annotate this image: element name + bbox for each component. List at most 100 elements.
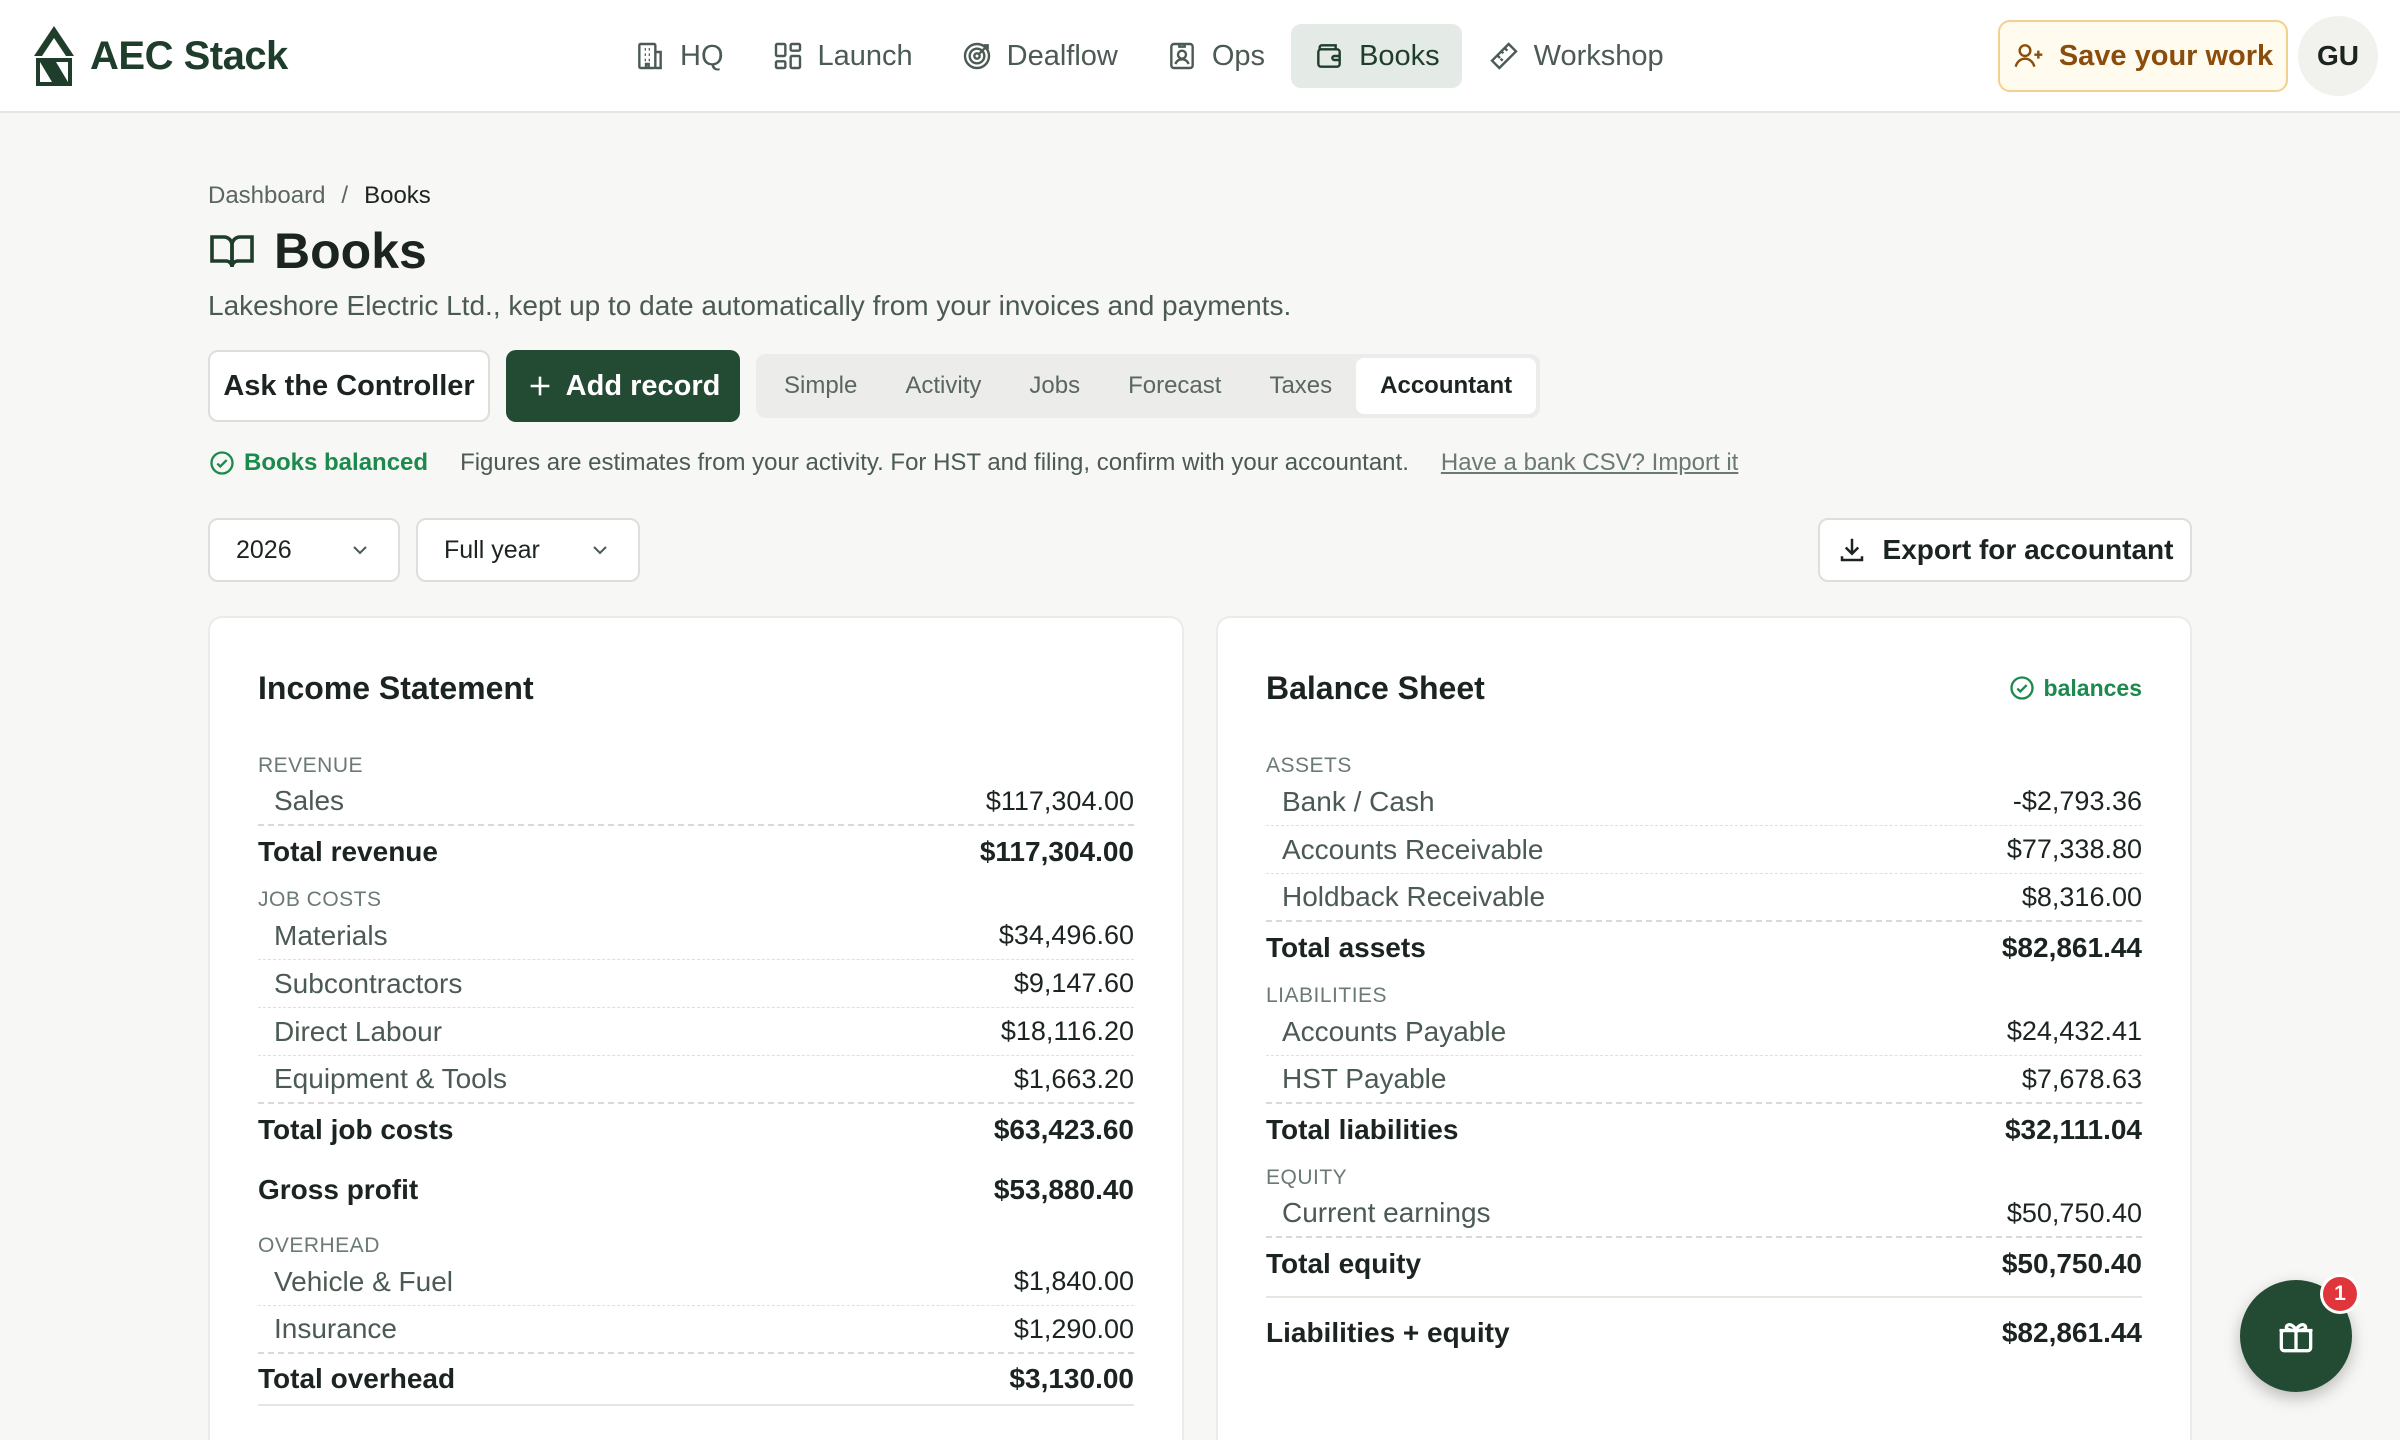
- row-value: $18,116.20: [1000, 1016, 1134, 1046]
- row-label: Bank / Cash: [1282, 785, 1435, 817]
- app-name: AEC Stack: [90, 33, 288, 78]
- nav-ops[interactable]: Ops: [1144, 24, 1287, 88]
- row-value: $9,147.60: [1013, 968, 1134, 998]
- total-job-costs-row: Total job costs $63,423.60: [258, 1104, 1134, 1156]
- row-value: $24,432.41: [2006, 1016, 2142, 1046]
- gift-icon: [2279, 1323, 2313, 1353]
- row-label: Current earnings: [1282, 1197, 1491, 1228]
- income-row[interactable]: Subcontractors $9,147.60: [258, 960, 1134, 1008]
- tab-taxes[interactable]: Taxes: [1245, 358, 1356, 414]
- total-assets-label: Total assets: [1266, 932, 1426, 963]
- total-revenue-label: Total revenue: [258, 836, 438, 867]
- tab-simple[interactable]: Simple: [760, 358, 881, 414]
- export-label: Export for accountant: [1882, 534, 2174, 565]
- balance-row[interactable]: Accounts Payable $24,432.41: [1266, 1008, 2142, 1056]
- income-row[interactable]: Direct Labour $18,116.20: [258, 1008, 1134, 1056]
- total-assets-row: Total assets $82,861.44: [1266, 922, 2142, 974]
- nav-dealflow-label: Dealflow: [1006, 39, 1118, 72]
- add-record-button[interactable]: Add record: [506, 350, 740, 422]
- download-icon: [1840, 538, 1863, 562]
- total-job-costs-value: $63,423.60: [993, 1114, 1134, 1145]
- row-value: $8,316.00: [2021, 881, 2142, 912]
- row-value: $7,678.63: [2021, 1063, 2142, 1094]
- save-your-work-button[interactable]: Save your work: [1998, 20, 2288, 92]
- check-circle-icon: [210, 451, 234, 475]
- total-liabilities-row: Total liabilities $32,111.04: [1266, 1104, 2142, 1156]
- logo-icon: [34, 26, 74, 86]
- breadcrumb-separator: /: [341, 182, 349, 209]
- wallet-icon: [1317, 44, 1341, 68]
- breadcrumb-current: Books: [364, 182, 431, 209]
- avatar[interactable]: GU: [2298, 16, 2378, 96]
- year-select-value: 2026: [236, 535, 292, 564]
- grid-icon: [774, 42, 801, 70]
- check-circle-icon: [2009, 676, 2034, 700]
- income-row[interactable]: Vehicle & Fuel $1,840.00: [258, 1258, 1134, 1306]
- liabilities-equity-row: Liabilities + equity $82,861.44: [1266, 1296, 2142, 1368]
- total-equity-label: Total equity: [1266, 1248, 1422, 1279]
- save-label: Save your work: [2058, 39, 2274, 72]
- balance-row[interactable]: Current earnings $50,750.40: [1266, 1190, 2142, 1238]
- row-label: Materials: [274, 919, 388, 951]
- chevron-down-icon: [593, 546, 607, 555]
- nav-dealflow[interactable]: Dealflow: [939, 24, 1140, 88]
- nav-launch[interactable]: Launch: [750, 24, 935, 88]
- balance-row[interactable]: HST Payable $7,678.63: [1266, 1056, 2142, 1104]
- balances-badge: balances: [2008, 674, 2142, 702]
- nav-workshop[interactable]: Workshop: [1466, 24, 1686, 88]
- balance-row[interactable]: Bank / Cash -$2,793.36: [1266, 778, 2142, 826]
- import-csv-link[interactable]: Have a bank CSV? Import it: [1441, 449, 1738, 477]
- page-title: Books: [208, 222, 427, 280]
- ruler-icon: [1489, 42, 1518, 70]
- nav-books[interactable]: Books: [1291, 24, 1462, 88]
- ask-controller-button[interactable]: Ask the Controller: [208, 350, 490, 422]
- balance-row[interactable]: Accounts Receivable $77,338.80: [1266, 826, 2142, 874]
- row-value: $1,290.00: [1013, 1313, 1134, 1344]
- target-icon: [963, 42, 990, 70]
- user-plus-icon: [2014, 44, 2043, 68]
- main-nav: HQ Launch Dealflow Ops Books Workshop: [612, 24, 1686, 88]
- tab-jobs[interactable]: Jobs: [1005, 358, 1104, 414]
- income-row[interactable]: Materials $34,496.60: [258, 912, 1134, 960]
- status-line: Books balanced Figures are estimates fro…: [208, 446, 1738, 480]
- nav-hq[interactable]: HQ: [612, 24, 746, 88]
- row-value: $117,304.00: [985, 785, 1134, 816]
- income-row[interactable]: Sales $117,304.00: [258, 778, 1134, 826]
- page-title-text: Books: [274, 223, 427, 279]
- balance-row[interactable]: Holdback Receivable $8,316.00: [1266, 874, 2142, 922]
- breadcrumb-dashboard[interactable]: Dashboard: [208, 182, 325, 210]
- nav-launch-label: Launch: [817, 39, 913, 72]
- tab-activity[interactable]: Activity: [881, 358, 1005, 414]
- section-label-overhead: OVERHEAD: [258, 1234, 380, 1257]
- section-label-job-costs: JOB COSTS: [258, 888, 382, 911]
- row-value: -$2,793.36: [2012, 786, 2142, 816]
- notification-badge: 1: [2320, 1274, 2360, 1314]
- row-value: $34,496.60: [998, 920, 1134, 950]
- period-select[interactable]: Full year: [416, 518, 640, 582]
- export-accountant-button[interactable]: Export for accountant: [1818, 518, 2192, 582]
- total-overhead-row: Total overhead $3,130.00: [258, 1354, 1134, 1406]
- total-liabilities-label: Total liabilities: [1266, 1114, 1459, 1145]
- income-row[interactable]: Equipment & Tools $1,663.20: [258, 1056, 1134, 1104]
- nav-ops-label: Ops: [1211, 39, 1266, 72]
- view-tabs: Simple Activity Jobs Forecast Taxes Acco…: [756, 354, 1541, 418]
- estimate-note: Figures are estimates from your activity…: [460, 449, 1409, 476]
- chevron-down-icon: [353, 546, 367, 555]
- tab-forecast[interactable]: Forecast: [1104, 358, 1245, 414]
- balances-badge-label: balances: [2043, 674, 2142, 701]
- badge-icon: [1170, 42, 1194, 70]
- row-label: Direct Labour: [274, 1015, 443, 1047]
- row-label: Subcontractors: [274, 967, 463, 999]
- tab-accountant[interactable]: Accountant: [1356, 358, 1537, 414]
- row-value: $1,663.20: [1013, 1063, 1134, 1094]
- app-logo[interactable]: AEC Stack: [30, 24, 288, 88]
- section-label-liabilities: LIABILITIES: [1266, 984, 1388, 1007]
- row-label: Accounts Receivable: [1282, 833, 1544, 865]
- income-row[interactable]: Insurance $1,290.00: [258, 1306, 1134, 1354]
- nav-hq-label: HQ: [680, 39, 724, 72]
- nav-books-label: Books: [1359, 39, 1440, 72]
- total-liabilities-value: $32,111.04: [2004, 1114, 2142, 1145]
- year-select[interactable]: 2026: [208, 518, 400, 582]
- breadcrumb: Dashboard / Books: [208, 182, 431, 210]
- income-statement-card: Income Statement REVENUE Sales $117,304.…: [208, 616, 1184, 1440]
